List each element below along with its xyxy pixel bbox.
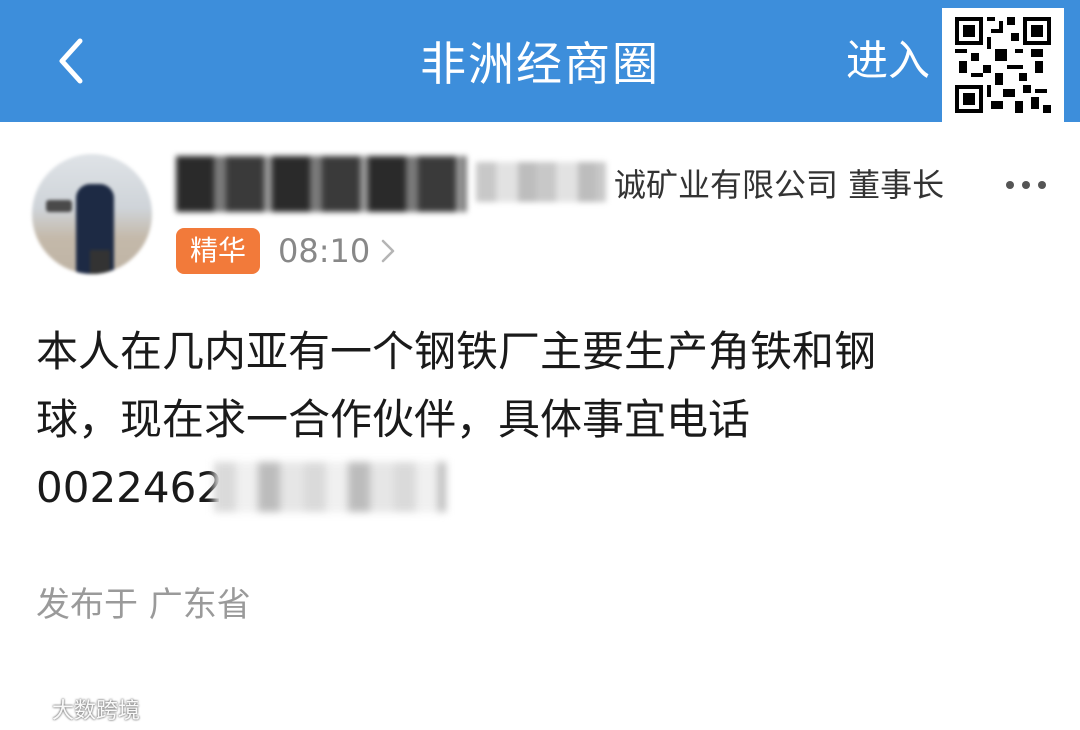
phone-number[interactable]: 0022462 xyxy=(36,454,1026,522)
post-time: 08:10 xyxy=(278,232,371,270)
watermark: 大数跨境 xyxy=(6,692,140,726)
content-line-2: 球，现在求一合作伙伴，具体事宜电话 xyxy=(36,395,751,444)
avatar-person-legs xyxy=(90,250,110,274)
more-options-button[interactable] xyxy=(1006,170,1046,200)
avatar-car xyxy=(46,200,72,212)
top-bar: 非洲经商圈 进入 xyxy=(0,0,1080,122)
post-location: 发布于 广东省 xyxy=(36,585,251,625)
phone-number-redacted xyxy=(214,462,446,512)
featured-badge: 精华 xyxy=(176,228,260,274)
phone-line: 0022462 xyxy=(36,454,1026,522)
avatar[interactable] xyxy=(32,154,152,274)
chevron-right-icon[interactable] xyxy=(380,238,396,264)
post-content: 本人在几内亚有一个钢铁厂主要生产角铁和钢 球，现在求一合作伙伴，具体事宜电话 0… xyxy=(36,318,1026,522)
content-line-1: 本人在几内亚有一个钢铁厂主要生产角铁和钢 xyxy=(36,327,877,376)
author-company: 诚矿业有限公司 董事长 xyxy=(614,166,945,204)
qr-code-icon xyxy=(942,8,1064,122)
watermark-logo-icon xyxy=(6,699,42,719)
watermark-text: 大数跨境 xyxy=(52,699,141,724)
enter-button[interactable]: 进入 xyxy=(846,32,930,90)
author-name-redacted xyxy=(176,152,616,212)
